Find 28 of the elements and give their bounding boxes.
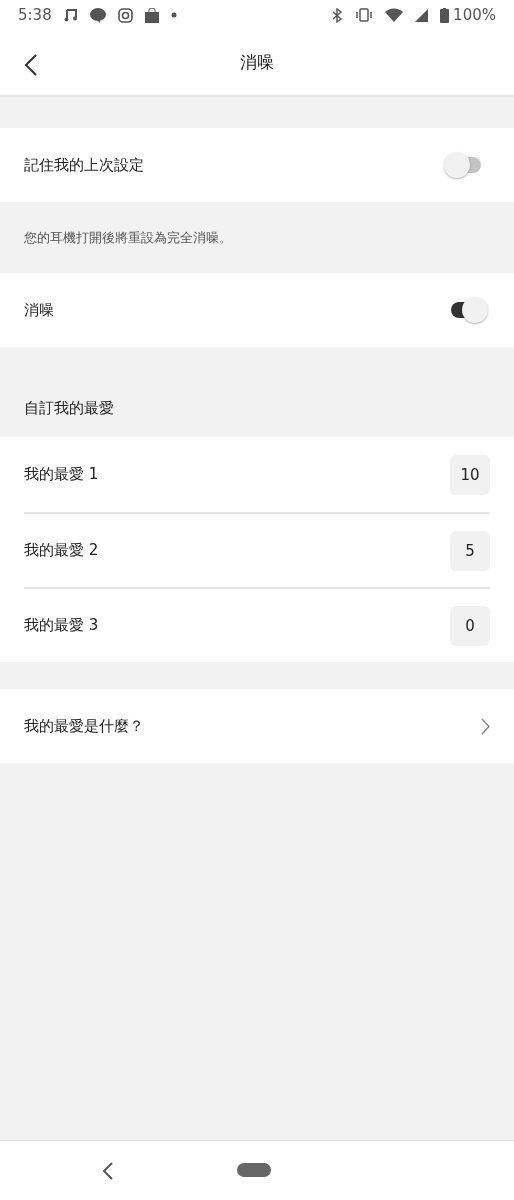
vibrate-icon [355,8,374,22]
page-title: 消噪 [240,51,274,74]
chevron-right-icon [481,717,490,735]
shopping-bag-icon [144,7,159,23]
chat-bubble-icon [89,7,106,23]
setting-label: 消噪 [24,300,55,320]
help-label: 我的最愛是什麼？ [24,716,145,736]
wifi-icon [385,8,404,22]
setting-note: 您的耳機打開後將重設為完全消噪。 [24,228,232,247]
favorite-label: 我的最愛 3 [24,616,100,635]
favorite-label: 我的最愛 1 [24,465,100,484]
setting-label: 記住我的上次設定 [24,155,145,175]
favorite-label: 我的最愛 2 [24,541,100,560]
dot-icon [170,12,177,18]
clock: 5:38 [18,6,52,24]
home-pill[interactable] [237,1163,271,1177]
battery-level: 100% [453,6,496,24]
favorite-value[interactable]: 0 [450,605,490,646]
favorite-value[interactable]: 5 [450,530,490,571]
camera-icon [117,7,133,23]
battery-icon [440,7,450,23]
bluetooth-icon [331,7,344,23]
section-title: 自訂我的最愛 [24,399,115,418]
nav-back-icon[interactable] [102,1161,114,1180]
music-note-icon [63,8,78,22]
signal-icon [415,8,429,22]
favorite-value[interactable]: 10 [450,454,490,495]
help-row[interactable]: 我的最愛是什麼？ [0,689,514,763]
